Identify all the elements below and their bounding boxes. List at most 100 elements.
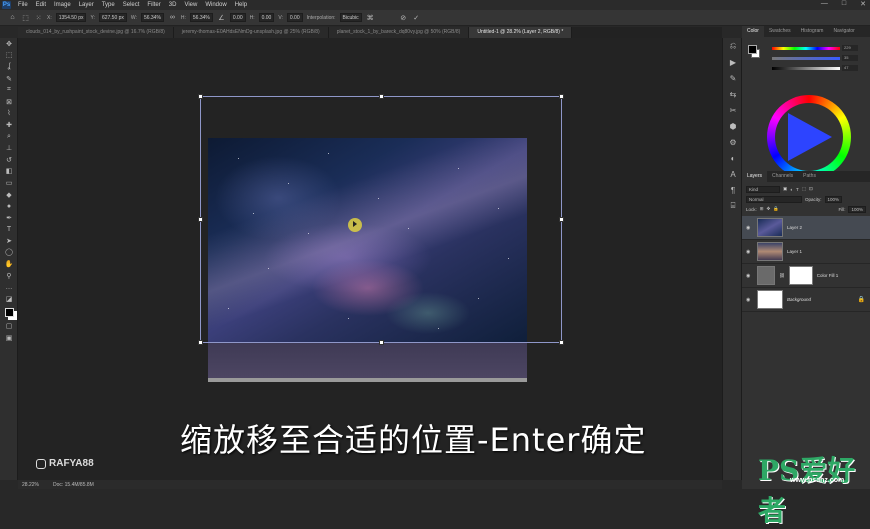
opacity-field[interactable]: 100%	[824, 195, 843, 203]
brightness-value[interactable]: 47	[842, 65, 858, 71]
handle-bottom-right[interactable]	[559, 340, 564, 345]
layer-name[interactable]: Layer 1	[787, 249, 802, 254]
lock-move-icon[interactable]: ✥	[767, 206, 771, 212]
handle-middle-right[interactable]	[559, 217, 564, 222]
tab-swatches[interactable]: Swatches	[764, 26, 796, 37]
filter-shape-icon[interactable]: ⬚	[802, 186, 806, 192]
glyphs-icon[interactable]: ⌸	[723, 198, 743, 214]
lock-all-icon[interactable]: 🔒	[773, 206, 779, 212]
layer-row[interactable]: ◉ Layer 2	[742, 216, 870, 240]
transform-bounding-box[interactable]	[198, 94, 564, 345]
layer-name[interactable]: Layer 2	[787, 225, 802, 230]
layer-name[interactable]: Color Fill 1	[817, 273, 839, 278]
move-tool-icon[interactable]: ✥	[0, 38, 18, 50]
dodge-tool-icon[interactable]: ●	[0, 200, 18, 212]
eraser-tool-icon[interactable]: ◧	[0, 166, 18, 178]
filter-type-icon[interactable]: T	[796, 187, 799, 192]
adjust-icon[interactable]: ⇆	[723, 86, 743, 102]
visibility-eye-icon[interactable]: ◉	[746, 273, 753, 279]
filter-smart-icon[interactable]: ⊡	[809, 186, 813, 192]
default-colors-icon[interactable]: ◪	[0, 293, 18, 305]
transform-tool-icon[interactable]: ⬚	[21, 14, 30, 22]
y-field[interactable]: 627.50 px	[98, 13, 127, 22]
layer-row[interactable]: ◉ Layer 1	[742, 240, 870, 264]
lasso-tool-icon[interactable]: ʆ	[0, 61, 18, 73]
handle-top-right[interactable]	[559, 94, 564, 99]
kind-filter-select[interactable]: Kind	[746, 185, 780, 193]
eyedropper-tool-icon[interactable]: ⌇	[0, 108, 18, 120]
menu-3d[interactable]: 3D	[165, 2, 181, 8]
color-swatch-icon[interactable]	[0, 305, 18, 321]
tab-navigator[interactable]: Navigator	[828, 26, 859, 37]
menu-help[interactable]: Help	[231, 2, 251, 8]
commit-transform-icon[interactable]: ✓	[412, 14, 421, 22]
minimize-icon[interactable]: —	[821, 0, 828, 8]
color-wheel[interactable]	[767, 95, 851, 179]
handle-middle-left[interactable]	[198, 217, 203, 222]
tab-histogram[interactable]: Histogram	[796, 26, 829, 37]
zoom-level[interactable]: 28.22%	[22, 482, 39, 488]
brush-tool-icon[interactable]: ⌕	[0, 131, 18, 143]
3d-icon[interactable]: ⬢	[723, 118, 743, 134]
tab-untitled-1[interactable]: Untitled-1 @ 28.2% (Layer 2, RGB/8) *	[469, 27, 573, 38]
menu-edit[interactable]: Edit	[32, 2, 50, 8]
tab-channels[interactable]: Channels	[767, 171, 798, 182]
menu-type[interactable]: Type	[98, 2, 119, 8]
menu-view[interactable]: View	[180, 2, 201, 8]
shape-tool-icon[interactable]: ◯	[0, 247, 18, 259]
properties-icon[interactable]: ⚙	[723, 134, 743, 150]
home-icon[interactable]: ⌂	[8, 14, 17, 21]
lock-pixels-icon[interactable]: ⊞	[760, 206, 764, 212]
healing-tool-icon[interactable]: ✚	[0, 119, 18, 131]
gradient-tool-icon[interactable]: ▭	[0, 177, 18, 189]
handle-bottom-left[interactable]	[198, 340, 203, 345]
tab-clouds[interactable]: clouds_014_by_rushpaint_stock_devine.jpg…	[18, 27, 174, 38]
visibility-eye-icon[interactable]: ◉	[746, 249, 753, 255]
filter-pixel-icon[interactable]: ▣	[783, 186, 787, 192]
blur-tool-icon[interactable]: ◆	[0, 189, 18, 201]
zoom-tool-icon[interactable]: ⚲	[0, 270, 18, 282]
v-skew-field[interactable]: 0.00	[286, 13, 303, 22]
brushes-icon[interactable]: ✎	[723, 70, 743, 86]
more-tools-icon[interactable]: …	[0, 281, 18, 293]
warp-icon[interactable]: ⌘	[366, 14, 375, 22]
handle-bottom-center[interactable]	[379, 340, 384, 345]
maximize-icon[interactable]: □	[842, 0, 846, 8]
handle-top-center[interactable]	[379, 94, 384, 99]
hue-value[interactable]: 229	[842, 45, 858, 51]
h-skew-field[interactable]: 0.00	[258, 13, 275, 22]
tab-layers[interactable]: Layers	[742, 171, 768, 182]
height-field[interactable]: 56.34%	[189, 13, 213, 22]
history-icon[interactable]: ⎌	[723, 38, 743, 54]
pen-tool-icon[interactable]: ✒	[0, 212, 18, 224]
link-icon[interactable]: ∞	[168, 14, 177, 21]
character-icon[interactable]: A	[723, 166, 743, 182]
blend-mode-select[interactable]: Normal	[746, 195, 802, 203]
visibility-eye-icon[interactable]: ◉	[746, 225, 753, 231]
saturation-value[interactable]: 35	[842, 55, 858, 61]
color-triangle[interactable]	[788, 113, 832, 161]
frame-tool-icon[interactable]: ⊠	[0, 96, 18, 108]
layer-row[interactable]: ◉ Background 🔒	[742, 288, 870, 312]
menu-filter[interactable]: Filter	[143, 2, 164, 8]
menu-file[interactable]: File	[14, 2, 32, 8]
handle-top-left[interactable]	[198, 94, 203, 99]
foreground-color-swatch[interactable]	[748, 45, 757, 54]
hue-slider[interactable]	[772, 47, 840, 50]
filter-adjust-icon[interactable]: ◐	[790, 187, 793, 192]
path-select-icon[interactable]: ➤	[0, 235, 18, 247]
quick-select-tool-icon[interactable]: ✎	[0, 73, 18, 85]
quick-mask-icon[interactable]: ▢	[0, 321, 18, 333]
menu-image[interactable]: Image	[50, 2, 75, 8]
brightness-slider[interactable]	[772, 67, 840, 70]
layer-name[interactable]: Background	[787, 297, 811, 302]
menu-select[interactable]: Select	[119, 2, 144, 8]
reference-point-icon[interactable]: ⁙	[34, 14, 43, 22]
cancel-transform-icon[interactable]: ⊘	[399, 14, 408, 22]
tab-color[interactable]: Color	[742, 26, 764, 37]
angle-field[interactable]: 0.00	[229, 13, 246, 22]
type-tool-icon[interactable]: T	[0, 224, 18, 236]
saturation-slider[interactable]	[772, 57, 840, 60]
styles-icon[interactable]: ◐	[723, 150, 743, 166]
screen-mode-icon[interactable]: ▣	[0, 332, 18, 344]
